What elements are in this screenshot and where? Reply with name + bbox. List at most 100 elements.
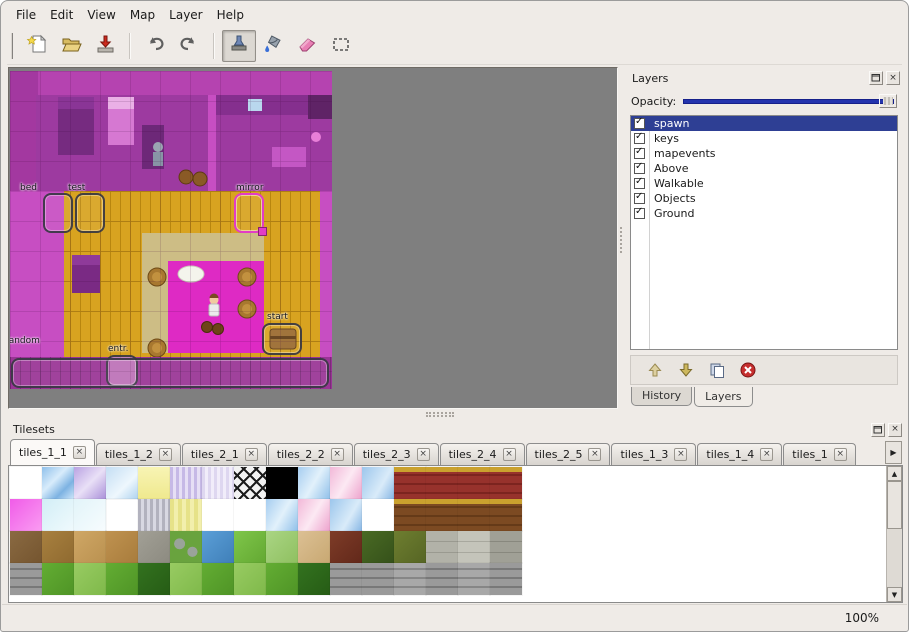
tile[interactable]	[362, 467, 394, 499]
tileset-tab-tiles_1[interactable]: tiles_1×	[783, 443, 855, 465]
tile[interactable]	[394, 499, 426, 531]
tile[interactable]	[490, 563, 522, 595]
tile[interactable]	[42, 563, 74, 595]
layer-visibility-checkbox[interactable]: ✓	[634, 178, 645, 189]
horizontal-splitter[interactable]	[8, 409, 901, 421]
layer-visibility-checkbox[interactable]: ✓	[634, 208, 645, 219]
tile[interactable]	[170, 499, 202, 531]
tile[interactable]	[426, 563, 458, 595]
tab-close-button[interactable]: ×	[760, 448, 773, 461]
tileset-view[interactable]: ▲ ▼	[8, 465, 903, 603]
layer-row-Objects[interactable]: ✓Objects	[631, 191, 897, 206]
tab-close-button[interactable]: ×	[674, 448, 687, 461]
bucket-fill-tool-button[interactable]	[256, 30, 290, 62]
tile[interactable]	[490, 467, 522, 499]
menu-item-view[interactable]: View	[80, 6, 122, 24]
tab-close-button[interactable]: ×	[245, 448, 258, 461]
tile[interactable]	[266, 531, 298, 563]
map-object-selection[interactable]	[262, 323, 302, 355]
layer-visibility-checkbox[interactable]: ✓	[634, 118, 645, 129]
tab-history[interactable]: History	[631, 387, 692, 406]
tab-close-button[interactable]: ×	[331, 448, 344, 461]
map-canvas[interactable]: bedtestmirrorstartentr.random	[10, 71, 332, 389]
tile[interactable]	[234, 531, 266, 563]
tile[interactable]	[490, 531, 522, 563]
tile[interactable]	[394, 563, 426, 595]
tile[interactable]	[138, 563, 170, 595]
tile[interactable]	[74, 531, 106, 563]
tile[interactable]	[426, 499, 458, 531]
layer-row-Ground[interactable]: ✓Ground	[631, 206, 897, 221]
tile[interactable]	[42, 467, 74, 499]
tile[interactable]	[170, 563, 202, 595]
undo-button[interactable]	[138, 30, 172, 62]
tileset-tab-tiles_1_2[interactable]: tiles_1_2×	[96, 443, 181, 465]
remove-layer-button[interactable]	[736, 358, 760, 382]
tile[interactable]	[298, 467, 330, 499]
save-map-button[interactable]	[88, 30, 122, 62]
tile[interactable]	[170, 467, 202, 499]
close-dock-button[interactable]: ×	[886, 71, 900, 85]
tile[interactable]	[10, 531, 42, 563]
new-map-button[interactable]	[20, 30, 54, 62]
tile[interactable]	[426, 467, 458, 499]
tile[interactable]	[74, 563, 106, 595]
toolbar-drag-handle[interactable]	[11, 33, 16, 59]
tab-close-button[interactable]: ×	[588, 448, 601, 461]
tab-close-button[interactable]: ×	[503, 448, 516, 461]
tile[interactable]	[138, 499, 170, 531]
map-object-selection[interactable]	[43, 193, 73, 233]
tile[interactable]	[202, 563, 234, 595]
layer-visibility-checkbox[interactable]: ✓	[634, 148, 645, 159]
layer-row-spawn[interactable]: ✓spawn	[631, 116, 897, 131]
layer-list[interactable]: ✓spawn✓keys✓mapevents✓Above✓Walkable✓Obj…	[630, 115, 898, 350]
tile[interactable]	[106, 563, 138, 595]
tile[interactable]	[234, 499, 266, 531]
tile[interactable]	[362, 563, 394, 595]
tab-close-button[interactable]: ×	[417, 448, 430, 461]
opacity-slider[interactable]	[683, 93, 897, 109]
tileset-tab-tiles_2_2[interactable]: tiles_2_2×	[268, 443, 353, 465]
tile[interactable]	[490, 499, 522, 531]
tile[interactable]	[458, 563, 490, 595]
tile[interactable]	[10, 563, 42, 595]
layer-row-Walkable[interactable]: ✓Walkable	[631, 176, 897, 191]
tilesets-dock-titlebar[interactable]: Tilesets ×	[9, 421, 902, 438]
tile[interactable]	[138, 467, 170, 499]
menu-item-map[interactable]: Map	[123, 6, 162, 24]
tile[interactable]	[362, 499, 394, 531]
redo-button[interactable]	[172, 30, 206, 62]
vertical-splitter[interactable]	[618, 67, 625, 409]
lower-layer-button[interactable]	[674, 358, 698, 382]
tile[interactable]	[202, 467, 234, 499]
tile[interactable]	[42, 499, 74, 531]
tileset-scrollbar[interactable]: ▲ ▼	[886, 466, 902, 602]
tile[interactable]	[138, 531, 170, 563]
tile[interactable]	[10, 499, 42, 531]
menu-item-help[interactable]: Help	[210, 6, 251, 24]
tile[interactable]	[42, 531, 74, 563]
scrollbar-thumb[interactable]	[887, 481, 902, 529]
tile[interactable]	[298, 531, 330, 563]
eraser-tool-button[interactable]	[290, 30, 324, 62]
float-dock-button[interactable]	[871, 423, 885, 437]
tile[interactable]	[74, 499, 106, 531]
tileset-tab-tiles_1_4[interactable]: tiles_1_4×	[697, 443, 782, 465]
tab-layers[interactable]: Layers	[694, 387, 752, 407]
tile[interactable]	[330, 531, 362, 563]
tile[interactable]	[106, 467, 138, 499]
tab-close-button[interactable]: ×	[73, 446, 86, 459]
tile[interactable]	[330, 467, 362, 499]
tile[interactable]	[202, 499, 234, 531]
tab-close-button[interactable]: ×	[159, 448, 172, 461]
tile[interactable]	[106, 499, 138, 531]
tile[interactable]	[426, 531, 458, 563]
rectangular-select-tool-button[interactable]	[324, 30, 358, 62]
tile[interactable]	[458, 467, 490, 499]
tile[interactable]	[298, 499, 330, 531]
tile[interactable]	[394, 467, 426, 499]
scroll-down-button[interactable]: ▼	[887, 587, 902, 602]
tileset-tab-tiles_2_1[interactable]: tiles_2_1×	[182, 443, 267, 465]
tileset-tab-tiles_1_1[interactable]: tiles_1_1×	[10, 439, 95, 465]
tile[interactable]	[106, 531, 138, 563]
